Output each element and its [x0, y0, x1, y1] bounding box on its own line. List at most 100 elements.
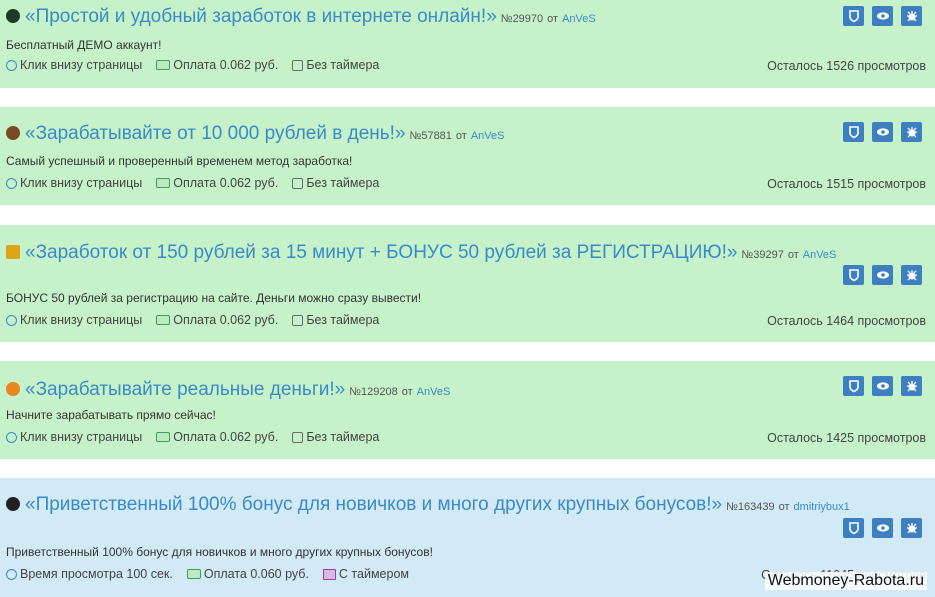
task-description: Начните зарабатывать прямо сейчас!: [6, 408, 216, 422]
task-payment: Оплата 0.062 руб.: [173, 430, 279, 444]
task-timer: Без таймера: [306, 176, 380, 190]
shield-button[interactable]: [843, 265, 864, 285]
task-payment: Оплата 0.062 руб.: [173, 58, 279, 72]
task-type: Клик внизу страницы: [20, 58, 143, 72]
task-author-link[interactable]: dmitriybux1: [794, 501, 850, 513]
task-title-link[interactable]: «Заработок от 150 рублей за 15 минут + Б…: [25, 242, 737, 264]
task-card: «Заработок от 150 рублей за 15 минут + Б…: [0, 225, 935, 342]
note-icon: [292, 314, 304, 326]
report-button[interactable]: [901, 518, 922, 538]
report-button[interactable]: [901, 376, 922, 396]
task-payment: Оплата 0.062 руб.: [173, 176, 279, 190]
task-type: Клик внизу страницы: [20, 313, 143, 327]
eye-icon: [876, 12, 889, 20]
clock-icon: [6, 177, 17, 189]
task-description: БОНУС 50 рублей за регистрацию на сайте.…: [6, 291, 422, 305]
watermark: Webmoney-Rabota.ru: [764, 572, 927, 590]
task-type: Клик внизу страницы: [20, 430, 143, 444]
note-icon: [292, 59, 304, 71]
remaining-views: Осталось 1526 просмотров: [767, 59, 926, 73]
task-title-link[interactable]: «Приветственный 100% бонус для новичков …: [25, 494, 722, 516]
report-button[interactable]: [901, 6, 922, 26]
task-author-link[interactable]: AnVeS: [562, 13, 596, 25]
task-description: Самый успешный и проверенный временем ме…: [6, 154, 353, 168]
shield-icon: [848, 269, 859, 282]
gold-icon: [6, 245, 20, 259]
money-icon: [156, 315, 171, 325]
note-icon: [292, 431, 304, 443]
money-bag-icon: [6, 126, 20, 140]
task-payment: Оплата 0.062 руб.: [173, 313, 279, 327]
remaining-views: Осталось 1425 просмотров: [767, 431, 926, 445]
bug-icon: [906, 381, 917, 392]
hide-button[interactable]: [872, 265, 893, 285]
chart-orange-icon: [6, 382, 20, 396]
task-timer: С таймером: [338, 567, 409, 581]
bug-icon: [906, 270, 917, 281]
note-icon: [292, 177, 304, 189]
task-author-link[interactable]: AnVeS: [417, 386, 451, 398]
money-icon: [186, 569, 201, 579]
task-number: №29970: [500, 13, 544, 25]
task-info: Время просмотра 100 сек. Оплата 0.060 ру…: [6, 567, 423, 581]
from-label: от: [787, 249, 799, 261]
eye-icon: [876, 128, 889, 136]
task-info: Клик внизу страницы Оплата 0.062 руб. Бе…: [6, 313, 393, 327]
remaining-views: Осталось 1515 просмотров: [767, 177, 926, 191]
film-icon: [322, 568, 336, 580]
from-label: от: [547, 13, 559, 25]
task-payment: Оплата 0.060 руб.: [203, 567, 309, 581]
money-icon: [156, 432, 171, 442]
shield-icon: [848, 126, 859, 139]
task-title-link[interactable]: «Зарабатывайте реальные деньги!»: [25, 379, 345, 401]
report-button[interactable]: [901, 265, 922, 285]
task-number: №39297: [741, 249, 784, 261]
task-number: №163439: [726, 501, 775, 513]
clock-icon: [6, 431, 17, 443]
bug-icon: [906, 523, 917, 534]
task-type: Время просмотра 100 сек.: [20, 567, 173, 581]
bug-icon: [906, 11, 917, 22]
task-description: Бесплатный ДЕМО аккаунт!: [6, 38, 162, 52]
hide-button[interactable]: [872, 518, 893, 538]
hide-button[interactable]: [872, 376, 893, 396]
shield-icon: [848, 522, 859, 535]
task-title-link[interactable]: «Простой и удобный заработок в интернете…: [25, 6, 497, 28]
rocket-dark-icon: [6, 497, 20, 511]
eye-icon: [876, 271, 889, 279]
money-icon: [156, 60, 171, 70]
clock-icon: [6, 59, 17, 71]
task-description: Приветственный 100% бонус для новичков и…: [6, 545, 433, 559]
task-info: Клик внизу страницы Оплата 0.062 руб. Бе…: [6, 430, 393, 444]
shield-button[interactable]: [843, 518, 864, 538]
task-author-link[interactable]: AnVeS: [471, 130, 505, 142]
task-info: Клик внизу страницы Оплата 0.062 руб. Бе…: [6, 176, 393, 190]
shield-button[interactable]: [843, 376, 864, 396]
task-card: «Зарабатывайте реальные деньги!» №129208…: [0, 361, 935, 459]
eye-icon: [876, 524, 889, 532]
hide-button[interactable]: [872, 122, 893, 142]
task-number: №57881: [409, 130, 452, 142]
remaining-views: Осталось 1464 просмотров: [767, 314, 926, 328]
task-timer: Без таймера: [306, 313, 380, 327]
task-timer: Без таймера: [306, 58, 380, 72]
task-card: «Простой и удобный заработок в интернете…: [0, 0, 935, 88]
from-label: от: [778, 501, 790, 513]
eye-icon: [876, 382, 889, 390]
from-label: от: [455, 130, 467, 142]
hide-button[interactable]: [872, 6, 893, 26]
shield-button[interactable]: [843, 122, 864, 142]
task-number: №129208: [349, 386, 398, 398]
shield-button[interactable]: [843, 6, 864, 26]
shield-icon: [848, 380, 859, 393]
task-info: Клик внизу страницы Оплата 0.062 руб. Бе…: [6, 58, 393, 72]
clock-icon: [6, 568, 17, 580]
task-card: «Зарабатывайте от 10 000 рублей в день!»…: [0, 107, 935, 205]
shield-dark-icon: [6, 9, 20, 23]
bug-icon: [906, 127, 917, 138]
task-author-link[interactable]: AnVeS: [803, 249, 837, 261]
task-title-link[interactable]: «Зарабатывайте от 10 000 рублей в день!»: [25, 123, 406, 145]
report-button[interactable]: [901, 122, 922, 142]
from-label: от: [401, 386, 413, 398]
shield-icon: [848, 10, 859, 23]
